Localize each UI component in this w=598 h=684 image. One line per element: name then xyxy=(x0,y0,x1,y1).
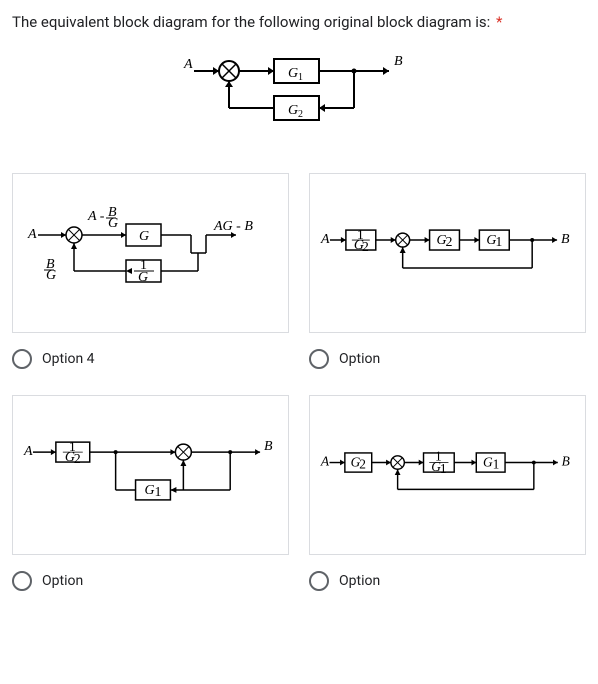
svg-text:G: G xyxy=(483,454,493,469)
svg-text:1: 1 xyxy=(298,72,303,83)
svg-text:1: 1 xyxy=(154,485,161,500)
svg-text:G: G xyxy=(138,270,148,285)
svg-text:A: A xyxy=(27,227,37,242)
main-output-label: B xyxy=(394,54,403,69)
radio-icon xyxy=(309,349,329,369)
option-cell-1: A A - B G G AG - B xyxy=(12,173,289,375)
option-diagram-2: A 1 G 2 G 2 G xyxy=(309,173,586,333)
option-radio-3[interactable]: Option xyxy=(12,565,289,597)
option-radio-2[interactable]: Option xyxy=(309,343,586,375)
option-cell-3: A 1 G 2 B xyxy=(12,395,289,597)
svg-text:B: B xyxy=(264,439,273,454)
svg-text:1: 1 xyxy=(495,235,502,250)
option-diagram-4: A G 2 1 G 1 G xyxy=(309,395,586,555)
option-radio-4[interactable]: Option xyxy=(309,565,586,597)
svg-text:B: B xyxy=(562,453,570,468)
question-text: The equivalent block diagram for the fol… xyxy=(12,12,586,33)
option-label-2: Option xyxy=(339,351,380,367)
svg-text:2: 2 xyxy=(298,109,303,120)
svg-text:B: B xyxy=(561,232,570,247)
radio-icon xyxy=(12,349,32,369)
option-label-3: Option xyxy=(42,573,83,589)
option-cell-4: A G 2 1 G 1 G xyxy=(309,395,586,597)
option-label-1: Option 4 xyxy=(42,351,95,367)
svg-text:G: G xyxy=(288,103,298,118)
svg-text:2: 2 xyxy=(359,456,366,471)
option-radio-1[interactable]: Option 4 xyxy=(12,343,289,375)
option-diagram-1: A A - B G G AG - B xyxy=(12,173,289,333)
option-diagram-3: A 1 G 2 B xyxy=(12,395,289,555)
svg-text:1: 1 xyxy=(493,456,500,471)
svg-text:G: G xyxy=(288,66,298,81)
option-label-4: Option xyxy=(339,573,380,589)
svg-text:G: G xyxy=(139,229,149,244)
svg-text:G: G xyxy=(108,216,118,231)
svg-text:G: G xyxy=(145,483,155,498)
radio-icon xyxy=(12,571,32,591)
question-text-content: The equivalent block diagram for the fol… xyxy=(12,13,490,31)
svg-text:AG - B: AG - B xyxy=(213,219,253,234)
radio-icon xyxy=(309,571,329,591)
main-input-label: A xyxy=(183,57,193,72)
svg-text:G: G xyxy=(46,268,56,283)
svg-text:2: 2 xyxy=(446,235,453,250)
svg-text:A: A xyxy=(320,453,330,468)
svg-text:A -: A - xyxy=(87,209,105,224)
svg-text:2: 2 xyxy=(74,452,81,467)
required-indicator: * xyxy=(496,13,502,31)
options-grid: A A - B G G AG - B xyxy=(12,173,586,597)
option-cell-2: A 1 G 2 G 2 G xyxy=(309,173,586,375)
svg-text:2: 2 xyxy=(362,240,369,255)
svg-text:1: 1 xyxy=(440,461,447,476)
main-block-diagram: A G 1 B G 2 xyxy=(12,53,586,143)
svg-text:A: A xyxy=(320,232,330,247)
svg-text:A: A xyxy=(23,444,33,459)
